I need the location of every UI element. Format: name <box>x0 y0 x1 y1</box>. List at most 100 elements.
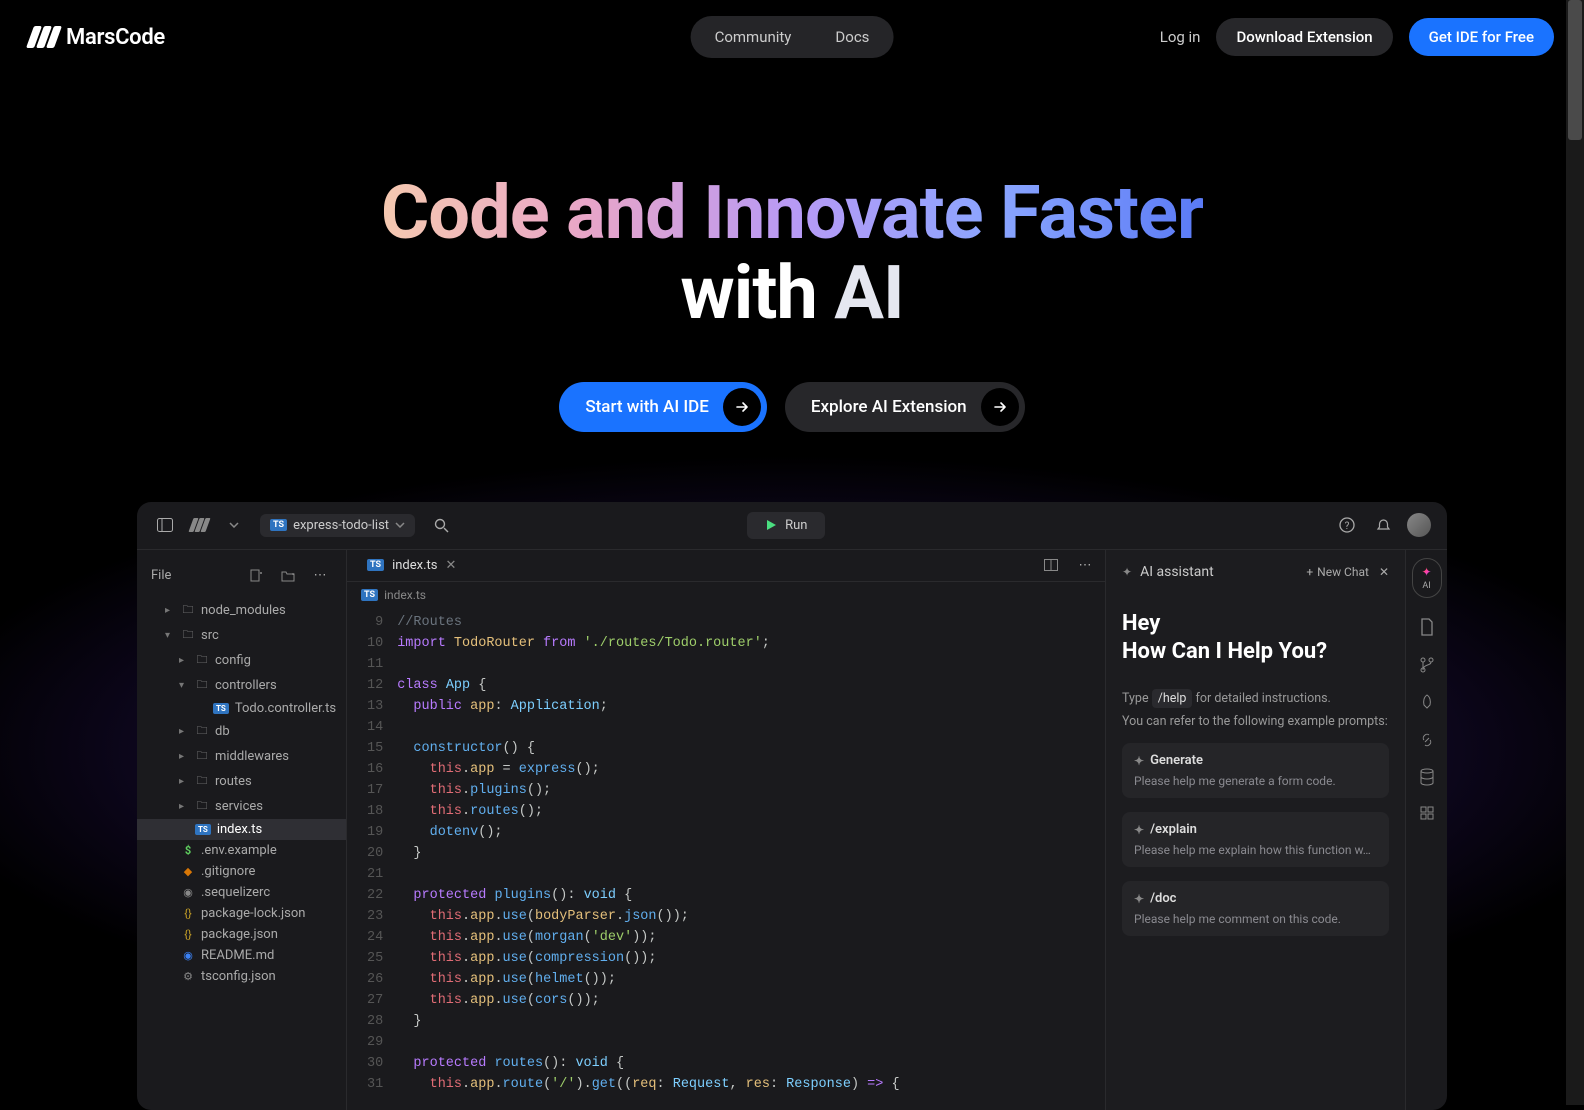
hero-section: Code and Innovate Faster with AI Start w… <box>0 174 1584 432</box>
line-number: 15 <box>367 738 383 759</box>
run-label: Run <box>785 518 807 533</box>
new-file-icon[interactable] <box>244 564 268 588</box>
editor-tabs: TS index.ts ✕ ⋯ <box>347 550 1105 582</box>
help-icon[interactable]: ? <box>1335 513 1359 537</box>
split-editor-icon[interactable] <box>1039 553 1063 577</box>
code-line[interactable]: constructor() { <box>397 738 899 759</box>
nav-community[interactable]: Community <box>695 20 812 54</box>
search-icon[interactable] <box>429 513 453 537</box>
brand-logo[interactable]: MarsCode <box>30 25 165 50</box>
rail-ai-button[interactable]: ✦ AI <box>1412 558 1442 598</box>
close-icon[interactable]: ✕ <box>1379 565 1389 579</box>
rail-grid-icon[interactable] <box>1420 806 1434 820</box>
tree-item-middlewares[interactable]: ▸🗀middlewares <box>137 744 346 769</box>
tab-index-ts[interactable]: TS index.ts ✕ <box>355 550 468 581</box>
explorer-title: File <box>151 568 171 583</box>
more-icon[interactable]: ⋯ <box>308 564 332 588</box>
ide-titlebar: TS express-todo-list Run ? <box>137 502 1447 550</box>
line-number: 18 <box>367 801 383 822</box>
tree-item-readme-md[interactable]: ◉README.md <box>137 945 346 966</box>
hero-cta-row: Start with AI IDE Explore AI Extension <box>0 382 1584 432</box>
project-selector[interactable]: TS express-todo-list <box>260 514 415 537</box>
code-line[interactable]: class App { <box>397 675 899 696</box>
rail-file-icon[interactable] <box>1419 618 1435 636</box>
line-number: 12 <box>367 675 383 696</box>
code-area[interactable]: 9101112131415161718192021222324252627282… <box>347 608 1105 1099</box>
tree-item-controllers[interactable]: ▾🗀controllers <box>137 673 346 698</box>
explore-extension-button[interactable]: Explore AI Extension <box>785 382 1025 432</box>
code-line[interactable]: protected plugins(): void { <box>397 885 899 906</box>
tree-item-label: index.ts <box>217 822 262 837</box>
tree-item--env-example[interactable]: $.env.example <box>137 840 346 861</box>
rail-branch-icon[interactable] <box>1419 656 1435 674</box>
code-line[interactable]: } <box>397 1011 899 1032</box>
prompt-card-generate[interactable]: ✦GeneratePlease help me generate a form … <box>1122 743 1389 798</box>
hero-headline: Code and Innovate Faster with AI <box>0 174 1584 334</box>
page-scrollbar[interactable] <box>1566 0 1584 1105</box>
code-line[interactable]: this.plugins(); <box>397 780 899 801</box>
avatar[interactable] <box>1407 513 1431 537</box>
tree-item-label: .sequelizerc <box>201 885 270 900</box>
code-line[interactable]: this.app.use(compression()); <box>397 948 899 969</box>
more-icon[interactable]: ⋯ <box>1073 553 1097 577</box>
code-line[interactable]: this.app.use(cors()); <box>397 990 899 1011</box>
tree-item-routes[interactable]: ▸🗀routes <box>137 769 346 794</box>
site-header: MarsCode Community Docs Log in Download … <box>0 0 1584 74</box>
arrow-right-icon <box>723 388 761 426</box>
run-button[interactable]: Run <box>747 512 825 539</box>
code-line[interactable]: this.app.use(morgan('dev')); <box>397 927 899 948</box>
code-line[interactable]: this.app.route('/').get((req: Request, r… <box>397 1074 899 1095</box>
tree-item-package-lock-json[interactable]: {}package-lock.json <box>137 903 346 924</box>
code-line[interactable]: //Routes <box>397 612 899 633</box>
breadcrumb[interactable]: TS index.ts <box>347 582 1105 608</box>
tree-item-src[interactable]: ▾🗀src <box>137 623 346 648</box>
sidebar-toggle-icon[interactable] <box>153 513 177 537</box>
prompt-card-doc[interactable]: ✦/docPlease help me comment on this code… <box>1122 881 1389 936</box>
chevron-down-icon[interactable] <box>222 513 246 537</box>
code-line[interactable]: dotenv(); <box>397 822 899 843</box>
code-line[interactable]: } <box>397 843 899 864</box>
tree-item-label: config <box>215 653 251 668</box>
tree-item-db[interactable]: ▸🗀db <box>137 719 346 744</box>
code-line[interactable]: protected routes(): void { <box>397 1053 899 1074</box>
login-link[interactable]: Log in <box>1160 28 1201 46</box>
tree-item-config[interactable]: ▸🗀config <box>137 648 346 673</box>
close-icon[interactable]: ✕ <box>445 558 456 573</box>
code-line[interactable]: public app: Application; <box>397 696 899 717</box>
code-line[interactable] <box>397 717 899 738</box>
code-line[interactable]: this.routes(); <box>397 801 899 822</box>
tree-item-index-ts[interactable]: TSindex.ts <box>137 819 346 840</box>
code-line[interactable] <box>397 1032 899 1053</box>
new-chat-button[interactable]: + New Chat <box>1306 565 1369 579</box>
code-line[interactable]: import TodoRouter from './routes/Todo.ro… <box>397 633 899 654</box>
breadcrumb-file: index.ts <box>384 588 426 602</box>
code-line[interactable]: this.app.use(helmet()); <box>397 969 899 990</box>
code-line[interactable] <box>397 654 899 675</box>
code-line[interactable]: this.app = express(); <box>397 759 899 780</box>
tree-item--gitignore[interactable]: ◆.gitignore <box>137 861 346 882</box>
start-ide-button[interactable]: Start with AI IDE <box>559 382 767 432</box>
code-line[interactable] <box>397 864 899 885</box>
prompt-card-explain[interactable]: ✦/explainPlease help me explain how this… <box>1122 812 1389 867</box>
tree-item-services[interactable]: ▸🗀services <box>137 794 346 819</box>
bell-icon[interactable] <box>1371 513 1395 537</box>
tree-item-package-json[interactable]: {}package.json <box>137 924 346 945</box>
prompt-desc: Please help me explain how this function… <box>1134 843 1377 857</box>
download-extension-button[interactable]: Download Extension <box>1216 18 1392 56</box>
nav-docs[interactable]: Docs <box>815 20 889 54</box>
code-line[interactable]: this.app.use(bodyParser.json()); <box>397 906 899 927</box>
get-ide-button[interactable]: Get IDE for Free <box>1409 18 1554 56</box>
line-number: 30 <box>367 1053 383 1074</box>
ai-panel-header: ✦ AI assistant + New Chat ✕ <box>1122 564 1389 580</box>
new-folder-icon[interactable] <box>276 564 300 588</box>
line-number: 24 <box>367 927 383 948</box>
tree-item--sequelizerc[interactable]: ◉.sequelizerc <box>137 882 346 903</box>
tree-item-tsconfig-json[interactable]: ⚙tsconfig.json <box>137 966 346 987</box>
rail-link-icon[interactable] <box>1419 732 1435 748</box>
line-number: 31 <box>367 1074 383 1095</box>
tree-item-node-modules[interactable]: ▸🗀node_modules <box>137 598 346 623</box>
line-number: 23 <box>367 906 383 927</box>
tree-item-todo-controller-ts[interactable]: TSTodo.controller.ts <box>137 698 346 719</box>
rail-database-icon[interactable] <box>1419 768 1435 786</box>
rail-rocket-icon[interactable] <box>1419 694 1435 712</box>
